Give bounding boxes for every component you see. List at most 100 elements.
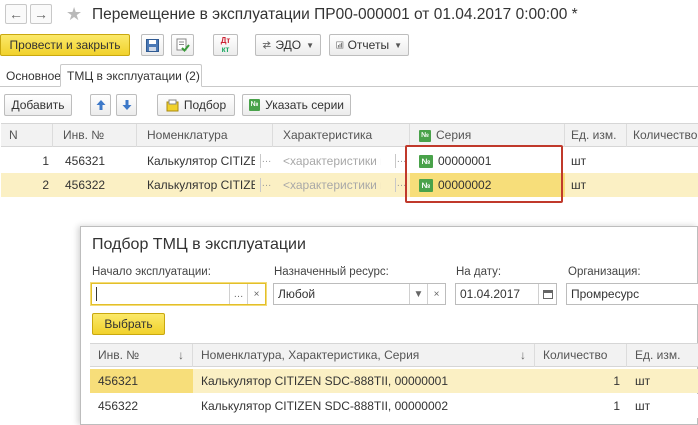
select-button[interactable]: Выбрать bbox=[92, 313, 165, 335]
arrow-down-icon bbox=[122, 100, 131, 110]
post-and-close-button[interactable]: Провести и закрыть bbox=[0, 34, 130, 56]
quantity bbox=[627, 149, 698, 173]
start-date-field[interactable]: … × bbox=[91, 283, 266, 305]
resource-value: Любой bbox=[278, 287, 316, 301]
popup-inv: 456322 bbox=[98, 399, 139, 413]
popup-inv: 456321 bbox=[90, 369, 193, 393]
tab-main[interactable]: Основное bbox=[0, 64, 67, 87]
resource-dropdown-button[interactable]: ▼ bbox=[409, 284, 427, 304]
chevron-down-icon: ▼ bbox=[394, 40, 402, 50]
arrow-up-icon bbox=[96, 100, 105, 110]
specify-series-button[interactable]: № Указать серии bbox=[242, 94, 351, 116]
popup-col-inv-label: Инв. № bbox=[98, 348, 140, 362]
post-document-icon bbox=[176, 38, 190, 52]
calendar-button[interactable] bbox=[538, 284, 556, 304]
popup-col-qty[interactable]: Количество bbox=[535, 344, 627, 367]
col-series-label: Серия bbox=[436, 128, 472, 142]
date-field[interactable]: 01.04.2017 bbox=[455, 283, 557, 305]
dt-label: Дт bbox=[220, 36, 231, 45]
popup-qty: 1 bbox=[613, 374, 620, 388]
dt-kt-button[interactable]: Дт кт bbox=[213, 34, 238, 56]
quantity bbox=[627, 173, 698, 197]
reports-button[interactable]: Отчеты ▼ bbox=[329, 34, 409, 56]
col-qty[interactable]: Количество bbox=[627, 124, 698, 147]
dialog-title: Подбор ТМЦ в эксплуатации bbox=[92, 236, 306, 253]
characteristic: <характеристики не ... bbox=[283, 154, 381, 168]
back-button[interactable]: ← bbox=[5, 4, 27, 24]
col-unit[interactable]: Ед. изм. bbox=[565, 124, 627, 147]
popup-name: Калькулятор CITIZEN SDC-888TII, 00000002 bbox=[201, 399, 448, 413]
col-n[interactable]: N bbox=[1, 124, 53, 147]
pick-button[interactable]: Подбор bbox=[157, 94, 235, 116]
date-label: На дату: bbox=[456, 266, 502, 278]
edo-label: ЭДО bbox=[275, 38, 302, 52]
clear-start-button[interactable]: × bbox=[247, 284, 265, 304]
popup-qty: 1 bbox=[613, 399, 620, 413]
row-number: 1 bbox=[42, 154, 49, 168]
row-number: 2 bbox=[42, 178, 49, 192]
org-label: Организация: bbox=[568, 266, 641, 278]
edo-button[interactable]: ЭДО ▼ bbox=[255, 34, 321, 56]
popup-table-header: Инв. № ↓ Номенклатура, Характеристика, С… bbox=[90, 343, 698, 367]
reports-label: Отчеты bbox=[347, 38, 390, 52]
series-icon: № bbox=[419, 129, 431, 142]
col-series[interactable]: № Серия bbox=[410, 124, 565, 147]
date-value: 01.04.2017 bbox=[460, 287, 521, 301]
sort-down-icon: ↓ bbox=[178, 348, 184, 362]
star-icon[interactable]: ★ bbox=[66, 4, 82, 25]
window-title: Перемещение в эксплуатации ПР00-000001 о… bbox=[92, 6, 578, 23]
popup-table-row-selected[interactable]: 456321 Калькулятор CITIZEN SDC-888TII, 0… bbox=[90, 369, 698, 393]
sort-down-icon: ↓ bbox=[520, 348, 526, 362]
post-button[interactable] bbox=[171, 34, 194, 56]
popup-unit: шт bbox=[635, 399, 651, 413]
forward-button[interactable]: → bbox=[30, 4, 52, 24]
col-inv[interactable]: Инв. № bbox=[53, 124, 137, 147]
organization-field[interactable]: Промресурс bbox=[566, 283, 698, 305]
choose-start-button[interactable]: … bbox=[229, 284, 247, 304]
resource-field[interactable]: Любой ▼ × bbox=[273, 283, 446, 305]
nomenclature: Калькулятор CITIZEN ... bbox=[147, 154, 255, 168]
clear-resource-button[interactable]: × bbox=[427, 284, 445, 304]
inv-number: 456321 bbox=[65, 154, 106, 168]
move-up-button[interactable] bbox=[90, 94, 111, 116]
arrow-left-icon: ← bbox=[9, 6, 23, 22]
popup-unit: шт bbox=[635, 374, 651, 388]
specify-series-label: Указать серии bbox=[265, 98, 344, 112]
col-characteristic[interactable]: Характеристика bbox=[273, 124, 410, 147]
resource-label: Назначенный ресурс: bbox=[274, 266, 389, 278]
table-row[interactable]: 1 456321 Калькулятор CITIZEN ... … <хара… bbox=[1, 149, 698, 173]
chevron-down-icon: ▼ bbox=[306, 40, 314, 50]
series-icon: № bbox=[249, 99, 261, 111]
edo-exchange-icon bbox=[262, 41, 271, 49]
series-highlight-frame bbox=[405, 145, 563, 203]
unit: шт bbox=[571, 154, 587, 168]
col-nomenclature[interactable]: Номенклатура bbox=[137, 124, 273, 147]
pick-icon bbox=[166, 99, 179, 111]
kt-label: кт bbox=[221, 45, 230, 54]
table-header: N Инв. № Номенклатура Характеристика № Се… bbox=[1, 123, 698, 147]
unit: шт bbox=[571, 178, 587, 192]
floppy-icon bbox=[146, 38, 159, 52]
popup-col-name[interactable]: Номенклатура, Характеристика, Серия ↓ bbox=[193, 344, 535, 367]
move-down-button[interactable] bbox=[116, 94, 137, 116]
nomenclature: Калькулятор CITIZEN ... bbox=[147, 178, 255, 192]
calendar-icon bbox=[542, 290, 553, 299]
popup-col-inv[interactable]: Инв. № ↓ bbox=[90, 344, 193, 367]
choose-nomenclature-button[interactable]: … bbox=[260, 154, 272, 168]
save-button[interactable] bbox=[141, 34, 164, 56]
popup-table-row[interactable]: 456322 Калькулятор CITIZEN SDC-888TII, 0… bbox=[90, 394, 698, 418]
start-label: Начало эксплуатации: bbox=[92, 266, 211, 278]
characteristic: <характеристики не ... bbox=[283, 178, 381, 192]
popup-col-name-label: Номенклатура, Характеристика, Серия bbox=[201, 348, 420, 362]
text-cursor bbox=[96, 287, 97, 301]
pick-label: Подбор bbox=[183, 98, 227, 112]
tab-tmc-in-use[interactable]: ТМЦ в эксплуатации (2) bbox=[60, 64, 202, 87]
popup-col-unit[interactable]: Ед. изм. bbox=[627, 344, 698, 367]
inv-number: 456322 bbox=[65, 178, 106, 192]
arrow-right-icon: → bbox=[34, 6, 48, 22]
report-icon bbox=[336, 41, 344, 49]
choose-nomenclature-button[interactable]: … bbox=[260, 178, 272, 192]
popup-name: Калькулятор CITIZEN SDC-888TII, 00000001 bbox=[201, 374, 448, 388]
table-row-selected[interactable]: 2 456322 Калькулятор CITIZEN ... … <хара… bbox=[1, 173, 698, 197]
add-button[interactable]: Добавить bbox=[4, 94, 72, 116]
